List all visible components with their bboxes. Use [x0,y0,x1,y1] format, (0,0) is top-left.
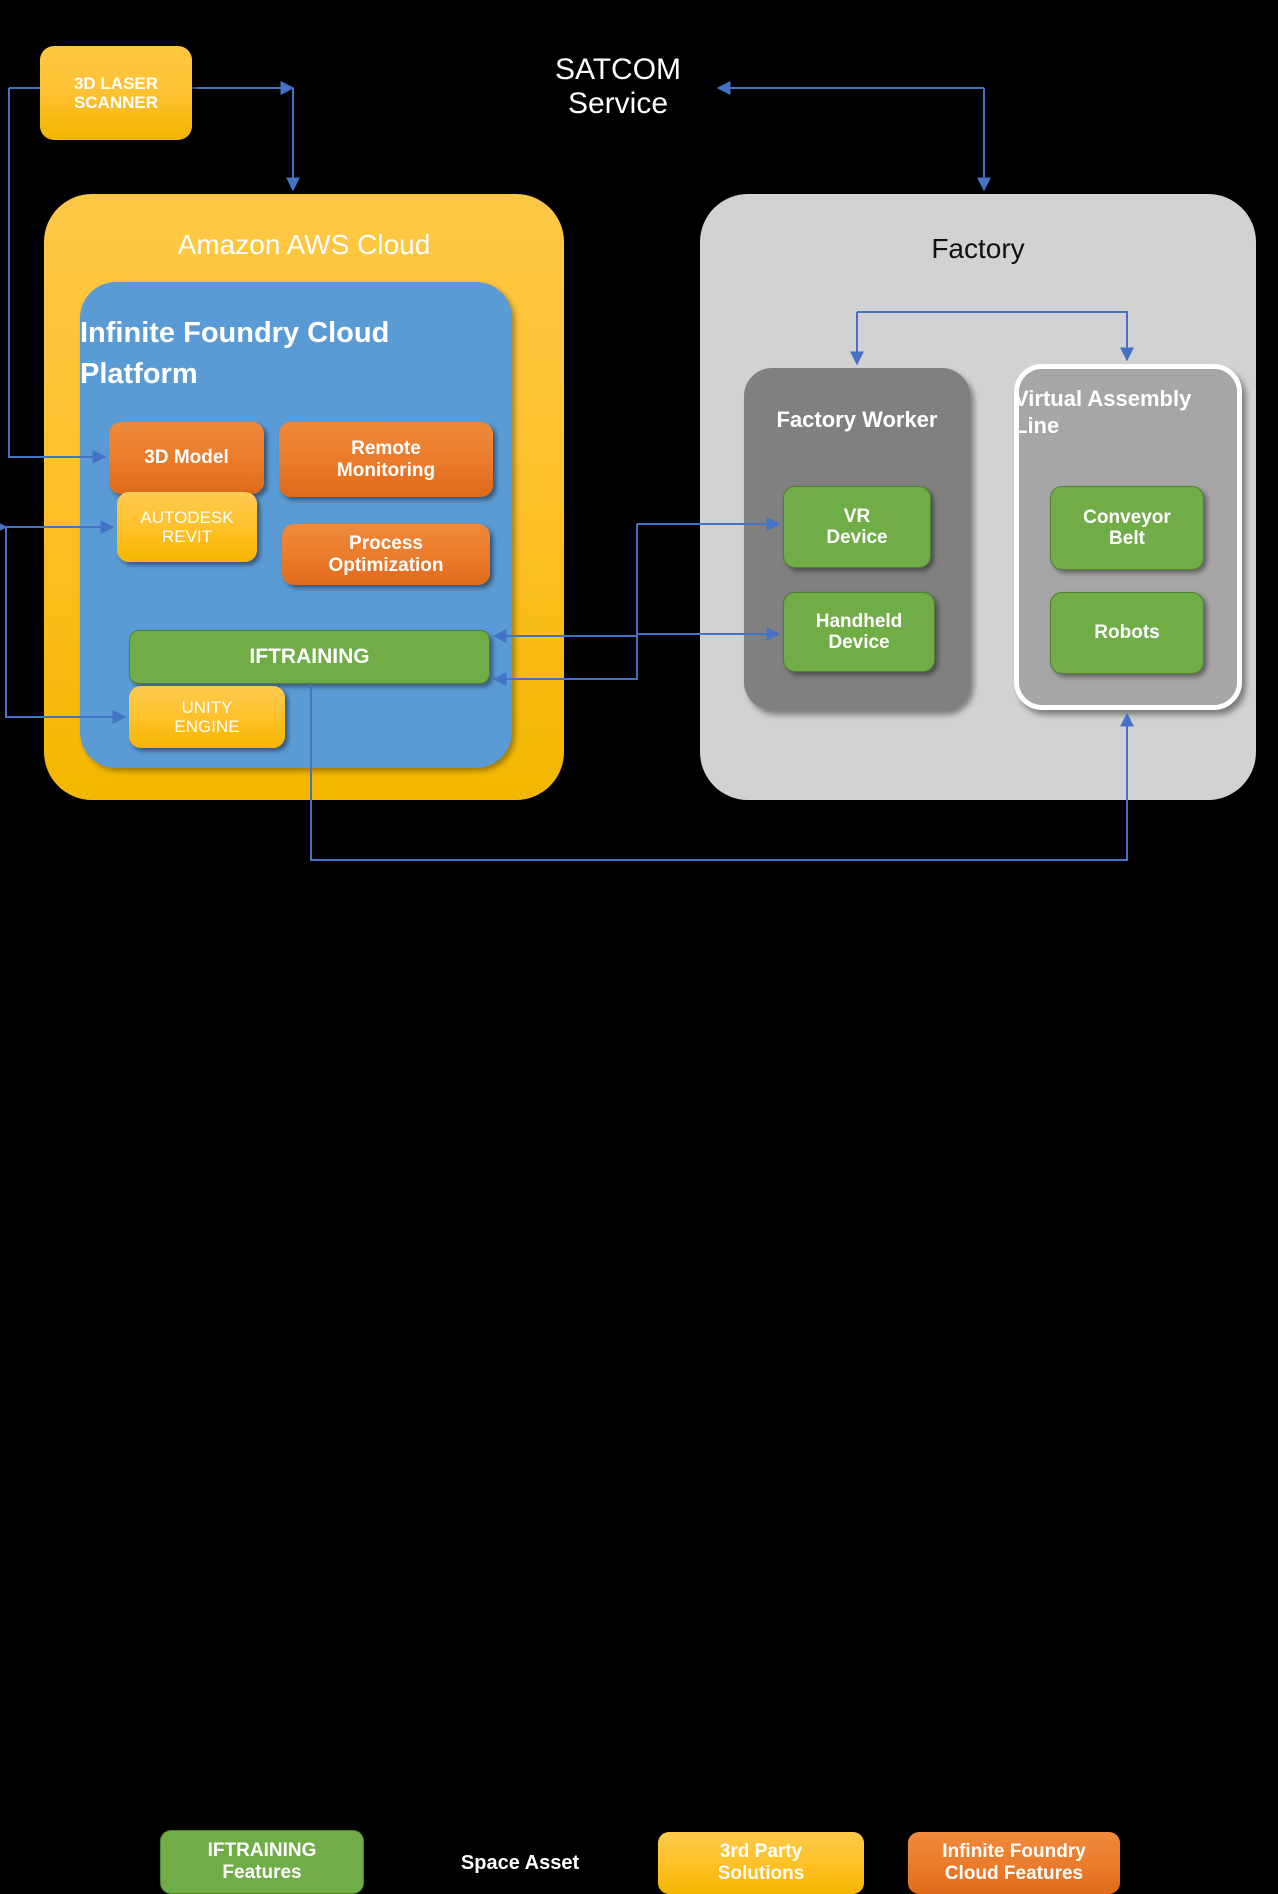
node-3d-laser-scanner[interactable]: 3D LASER SCANNER [40,46,192,140]
node-process-optimization[interactable]: Process Optimization [282,524,490,585]
legend-item-space-asset: Space Asset [460,1851,580,1874]
legend: IFTRAINING Features Space Asset 3rd Part… [0,900,1278,1894]
legend-item-infinite-foundry-cloud-features: Infinite Foundry Cloud Features [908,1832,1120,1894]
infinite-foundry-cloud-platform-title: Infinite Foundry Cloud Platform [80,317,390,390]
legend-item-3rd-party-solutions: 3rd Party Solutions [658,1832,864,1894]
node-robots[interactable]: Robots [1050,592,1204,674]
legend-item-iftraining-features: IFTRAINING Features [160,1830,364,1894]
amazon-aws-cloud-title: Amazon AWS Cloud [177,229,431,260]
node-conveyor-belt[interactable]: Conveyor Belt [1050,486,1204,570]
node-3d-model[interactable]: 3D Model [109,422,264,494]
factory-worker-title: Factory Worker [776,407,938,433]
satcom-service-label: SATCOM Service [554,53,682,120]
node-iftraining[interactable]: IFTRAINING [129,630,490,684]
virtual-assembly-line-title: Virtual Assembly Line [1014,385,1192,439]
factory-title: Factory [931,233,1025,264]
node-unity-engine[interactable]: UNITY ENGINE [129,686,285,748]
node-remote-monitoring[interactable]: Remote Monitoring [279,422,493,497]
node-autodesk-revit[interactable]: AUTODESK REVIT [117,492,257,562]
diagram-canvas: SATCOM Service 3D LASER SCANNER Amazon A… [0,0,1278,1894]
node-handheld-device[interactable]: Handheld Device [783,592,935,672]
node-vr-device[interactable]: VR Device [783,486,931,568]
